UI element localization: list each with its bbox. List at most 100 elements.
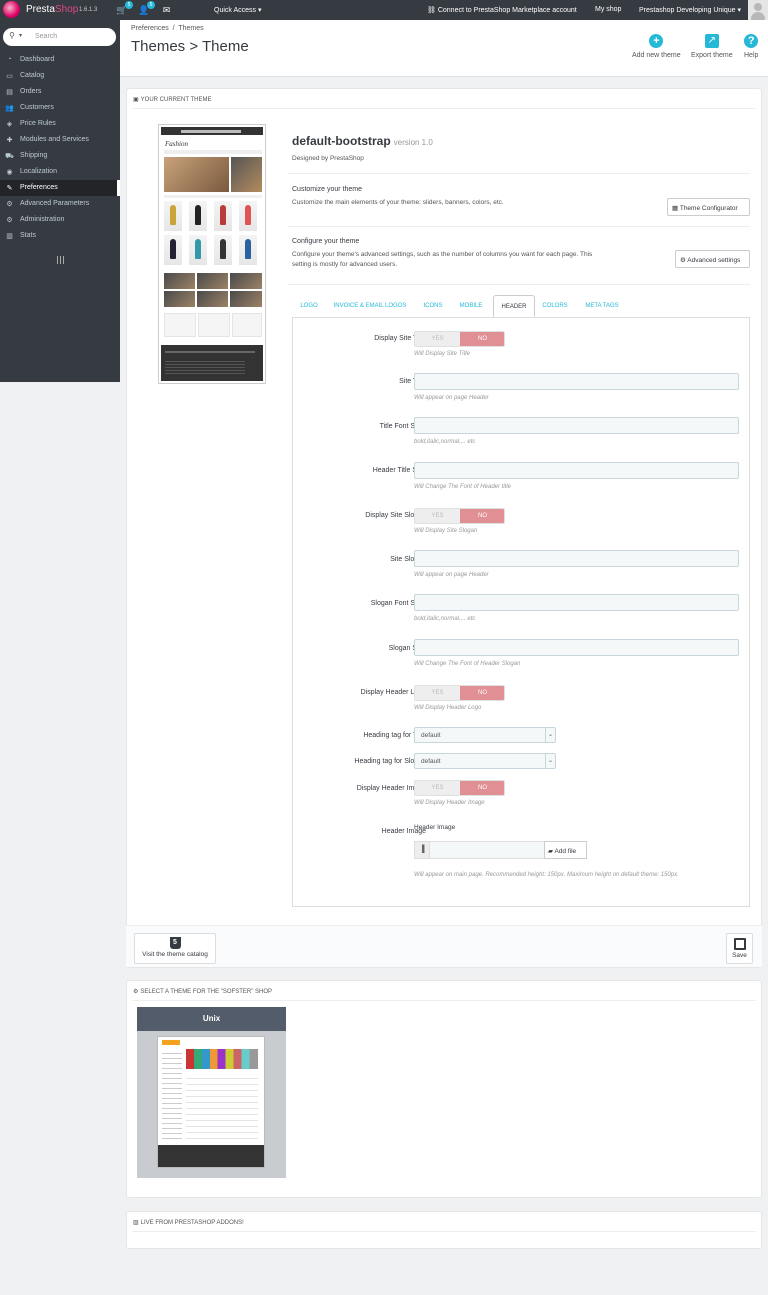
theme-configurator-button[interactable]: ▦ Theme Configurator <box>667 198 750 216</box>
add-new-theme-button[interactable]: + Add new theme <box>632 34 681 59</box>
advanced-settings-button[interactable]: ⚙ Advanced settings <box>675 250 750 268</box>
customers-badge: 5 <box>147 1 155 9</box>
search-input[interactable]: ⚲ ▾ Search <box>3 28 116 46</box>
display-header-image-help: Will Display Header Image <box>414 800 485 806</box>
header-title-size-input[interactable] <box>414 462 739 479</box>
tab-colors[interactable]: COLORS <box>538 295 572 317</box>
slogan-size-help: Will Change The Font of Header Slogan <box>414 661 521 667</box>
title-font-style-input[interactable] <box>414 417 739 434</box>
my-shop-link[interactable]: My shop <box>595 6 621 13</box>
sidebar-item-catalog[interactable]: ▭ Catalog <box>0 68 120 84</box>
marketplace-link[interactable]: ⛓ Connect to PrestaShop Marketplace acco… <box>427 6 577 14</box>
divider <box>288 173 750 174</box>
customize-title: Customize your theme <box>292 186 363 193</box>
tab-mobile[interactable]: MOBILE <box>454 295 488 317</box>
sidebar-item-dashboard[interactable]: ◔ Dashboard <box>0 52 120 68</box>
header-settings-form <box>292 317 750 907</box>
avatar[interactable] <box>748 0 768 20</box>
slogan-font-style-help: bold,italic,normal.... etc <box>414 616 476 622</box>
sidebar-item-advanced-parameters[interactable]: ⚙ Advanced Parameters <box>0 196 120 212</box>
html5-icon: 5 <box>169 937 181 949</box>
thumb-logo: Fashion <box>165 140 188 148</box>
export-theme-button[interactable]: ↗ Export theme <box>691 34 733 59</box>
theme-card-unix[interactable]: Unix <box>137 1007 286 1178</box>
sidebar-item-label: Customers <box>20 104 54 111</box>
tab-logo[interactable]: LOGO <box>292 295 326 317</box>
panel-heading: ⚙ SELECT A THEME FOR THE "SOFSTER" SHOP <box>133 989 273 995</box>
breadcrumb-themes[interactable]: Themes <box>178 25 203 32</box>
designed-by: Designed by PrestaShop <box>292 155 364 162</box>
users-icon: 👥 <box>5 105 14 112</box>
sidebar-item-shipping[interactable]: ⛟ Shipping <box>0 148 120 164</box>
sidebar-item-label: Modules and Services <box>20 136 89 143</box>
save-button[interactable]: Save <box>726 933 753 964</box>
visit-theme-catalog-button[interactable]: 5 Visit the theme catalog <box>134 933 216 964</box>
display-site-slogan-help: Will Display Site Slogan <box>414 528 478 534</box>
chevron-down-icon[interactable]: ⌄ <box>545 728 555 742</box>
tab-icons[interactable]: ICONS <box>416 295 450 317</box>
slogan-font-style-input[interactable] <box>414 594 739 611</box>
heading-tag-title-select[interactable]: default ⌄ <box>414 727 556 743</box>
sidebar-item-label: Stats <box>20 232 36 239</box>
chevron-down-icon[interactable]: ⌄ <box>545 754 555 768</box>
link-icon: ⛓ <box>427 7 438 14</box>
header-title-size-help: Will Change The Font of Header title <box>414 484 511 490</box>
addons-panel: ▨ LIVE FROM PRESTASHOP ADDONS! <box>126 1211 762 1249</box>
collapse-menu-icon[interactable] <box>57 256 64 264</box>
share-icon: ↗ <box>704 34 719 48</box>
divider <box>288 284 750 285</box>
sidebar-item-stats[interactable]: ▥ Stats <box>0 228 120 244</box>
breadcrumb-preferences[interactable]: Preferences <box>131 25 169 32</box>
breadcrumb: Preferences / Themes <box>131 25 204 32</box>
sidebar-item-modules-and-services[interactable]: ✚ Modules and Services <box>0 132 120 148</box>
heading-tag-slogan-select[interactable]: default ⌄ <box>414 753 556 769</box>
display-site-slogan-toggle[interactable]: YES NO <box>414 508 505 524</box>
search-icon[interactable]: ⚲ <box>9 31 15 40</box>
sidebar-item-preferences[interactable]: ✎ Preferences <box>0 180 120 196</box>
bar-chart-icon: ▥ <box>6 233 13 240</box>
puzzle-icon: ✚ <box>6 137 13 144</box>
cogs-icon: ⚙ <box>6 201 13 208</box>
divider <box>132 108 756 109</box>
display-header-image-toggle[interactable]: YES NO <box>414 780 505 796</box>
file-icon: ▐ <box>414 841 430 859</box>
sidebar-item-price-rules[interactable]: ◈ Price Rules <box>0 116 120 132</box>
add-file-button[interactable]: ▰ Add file <box>544 841 587 859</box>
wrench-icon: ✎ <box>6 185 13 192</box>
display-site-title-toggle[interactable]: YES NO <box>414 331 505 347</box>
tab-meta-tags[interactable]: META TAGS <box>580 295 624 317</box>
sidebar-item-administration[interactable]: ⚙ Administration <box>0 212 120 228</box>
sidebar-item-label: Administration <box>20 216 65 223</box>
cogs-icon: ⚙ <box>133 989 139 995</box>
sidebar-item-localization[interactable]: ◉ Localization <box>0 164 120 180</box>
theme-card-preview[interactable] <box>157 1036 265 1168</box>
site-title-input[interactable] <box>414 373 739 390</box>
envelope-icon[interactable]: ✉ <box>161 5 172 16</box>
header-image-sublabel: Header Image <box>414 824 456 831</box>
sidebar-item-label: Localization <box>20 168 57 175</box>
theme-tabs: LOGO INVOICE & EMAIL LOGOS ICONS MOBILE … <box>292 295 750 317</box>
shield-icon: ▣ <box>133 97 139 103</box>
sidebar-item-label: Shipping <box>20 152 48 159</box>
site-slogan-input[interactable] <box>414 550 739 567</box>
sidebar-item-orders[interactable]: ▤ Orders <box>0 84 120 100</box>
slogan-size-input[interactable] <box>414 639 739 656</box>
divider <box>132 1231 756 1232</box>
tab-invoice-email-logos[interactable]: INVOICE & EMAIL LOGOS <box>332 295 408 317</box>
brand-name[interactable]: PrestaShop <box>26 4 78 15</box>
display-header-logo-toggle[interactable]: YES NO <box>414 685 505 701</box>
site-slogan-help: Will appear on page Header <box>414 572 489 578</box>
employee-dropdown[interactable]: Prestashop Developing Unique ▾ <box>639 6 741 14</box>
sidebar-item-label: Advanced Parameters <box>20 200 90 207</box>
sidebar-item-customers[interactable]: 👥 Customers <box>0 100 120 116</box>
header-image-help: Will appear on main page. Recommended he… <box>414 872 679 878</box>
tab-header[interactable]: HEADER <box>493 295 535 317</box>
quick-access-dropdown[interactable]: Quick Access ▾ <box>214 6 261 14</box>
help-button[interactable]: ? Help <box>744 34 758 59</box>
file-name-field[interactable] <box>430 841 544 859</box>
thumb-hero-image <box>164 157 229 192</box>
chevron-down-icon[interactable]: ▾ <box>19 32 22 39</box>
prestashop-logo-icon[interactable] <box>3 1 20 18</box>
header-image-upload: ▐ ▰ Add file <box>414 841 587 859</box>
divider <box>132 1000 756 1001</box>
